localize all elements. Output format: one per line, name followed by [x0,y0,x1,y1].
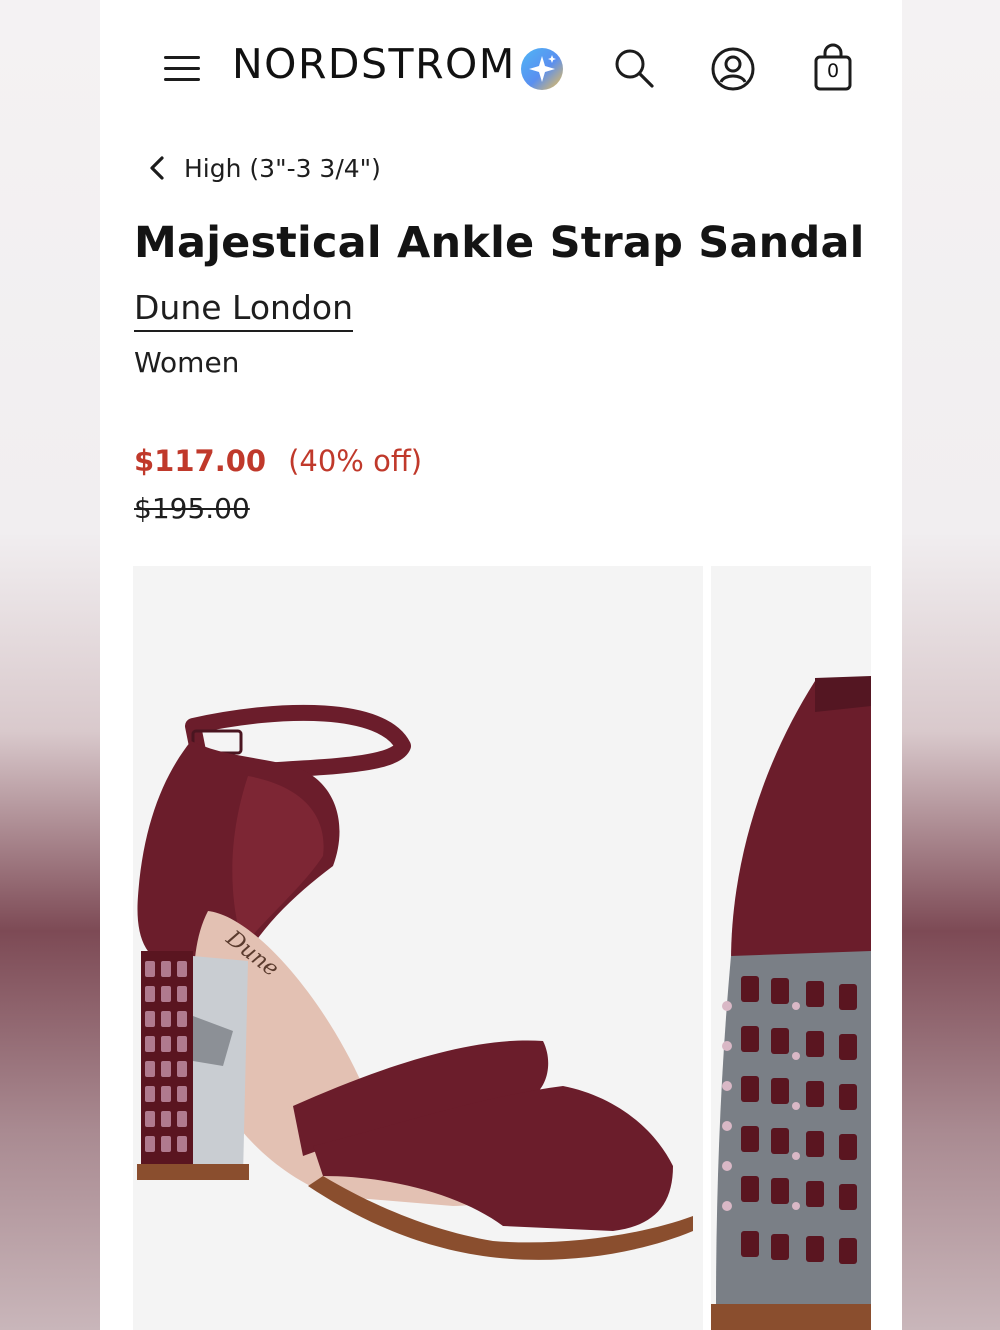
shopping-bag-icon[interactable]: 0 [812,42,854,92]
bag-count: 0 [826,60,840,82]
breadcrumb[interactable]: High (3"-3 3/4") [146,148,381,188]
discount-label: (40% off) [288,444,423,478]
product-title: Majestical Ankle Strap Sandal [134,218,865,268]
sale-price: $117.00 [134,444,267,478]
menu-icon[interactable] [164,52,202,84]
brand-link[interactable]: Dune London [134,288,353,332]
original-price: $195.00 [134,492,250,525]
ai-sparkle-icon[interactable] [520,47,564,91]
top-navigation-bar: NORDSTROM 0 [100,0,902,130]
gender-label: Women [134,346,240,379]
product-image-main[interactable]: Dune [133,566,703,1330]
product-page: NORDSTROM 0 High (3"-3 3/4") Majestical … [100,0,902,1330]
breadcrumb-label: High (3"-3 3/4") [184,153,381,183]
nordstrom-logo[interactable]: NORDSTROM [232,40,516,88]
search-icon[interactable] [612,46,656,90]
account-icon[interactable] [710,46,756,92]
product-image-secondary[interactable] [711,566,871,1330]
price-row: $117.00 (40% off) [134,444,422,478]
chevron-left-icon [150,156,164,180]
